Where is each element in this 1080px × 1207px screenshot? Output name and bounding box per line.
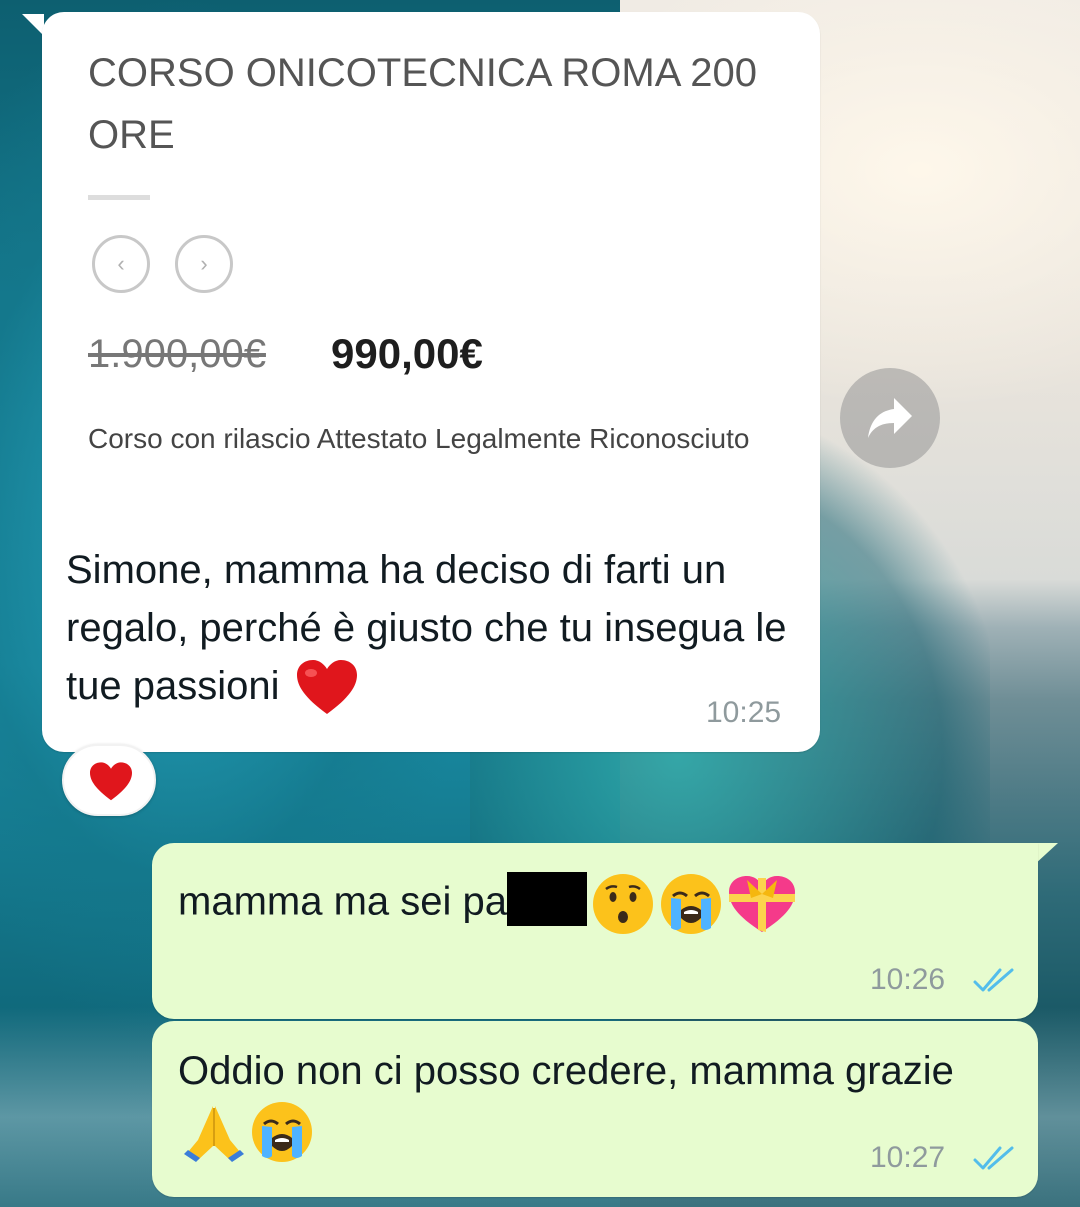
hushed-face-icon [592, 874, 653, 934]
outgoing-message-bubble[interactable]: Oddio non ci posso credere, mamma grazie… [152, 1021, 1038, 1197]
outgoing-message-time: 10:26 [870, 963, 946, 996]
incoming-message-bubble[interactable]: CORSO ONICOTECNICA ROMA 200 ORE ‹ › 1.90… [42, 12, 820, 752]
loudly-crying-face-icon [660, 874, 721, 934]
incoming-bubble-tail [22, 14, 44, 36]
outgoing-message-bubble[interactable]: mamma ma sei pa 10:26 [152, 843, 1038, 1019]
forward-arrow-icon [868, 398, 912, 438]
carousel-prev-button[interactable]: ‹ [92, 235, 150, 293]
outgoing-message-body: Oddio non ci posso credere, mamma grazie [178, 1049, 954, 1093]
link-preview-title[interactable]: CORSO ONICOTECNICA ROMA 200 ORE [88, 42, 768, 166]
red-heart-icon [90, 762, 132, 801]
chevron-right-icon: › [200, 251, 208, 276]
read-receipt-icon [973, 968, 1014, 992]
folded-hands-icon [184, 1106, 244, 1162]
heart-with-ribbon-icon [728, 876, 795, 932]
read-receipt-icon [973, 1146, 1014, 1170]
reaction-badge[interactable] [62, 744, 156, 816]
incoming-message-time: 10:25 [706, 696, 782, 729]
carousel-next-button[interactable]: › [175, 235, 233, 293]
sale-price: 990,00€ [331, 330, 483, 377]
forward-button[interactable] [840, 368, 940, 468]
outgoing-message-body: mamma ma sei pa [178, 879, 507, 924]
old-price: 1.900,00€ [88, 332, 266, 376]
red-heart-icon [296, 660, 357, 715]
outgoing-message-time: 10:27 [870, 1141, 946, 1174]
link-preview-description: Corso con rilascio Attestato Legalmente … [88, 423, 750, 454]
incoming-message-text: Simone, mamma ha deciso di farti un rega… [66, 541, 806, 716]
chevron-left-icon: ‹ [117, 251, 125, 276]
redaction-block [506, 872, 587, 926]
outgoing-message-text: mamma ma sei pa [178, 872, 1018, 936]
incoming-message-body: Simone, mamma ha deciso di farti un rega… [66, 548, 787, 708]
loudly-crying-face-icon [252, 1102, 312, 1162]
link-preview-divider [88, 195, 150, 200]
